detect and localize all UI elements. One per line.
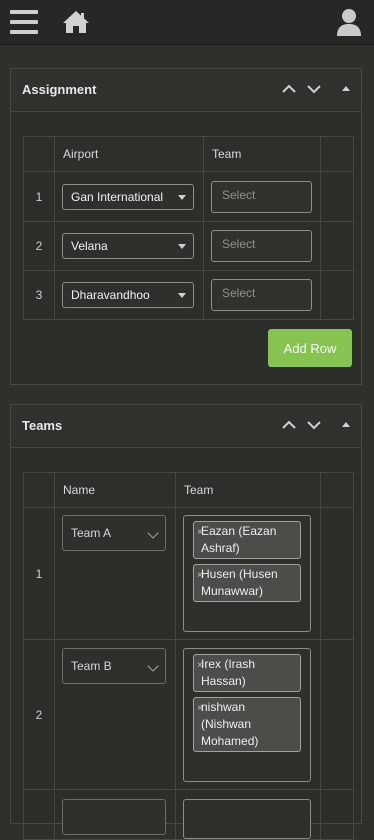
member-tag: × Irex (Irash Hassan) [193,654,301,692]
teams-header-row: Name Team [23,472,354,508]
team-select-input[interactable]: Select [211,279,312,311]
team-select-placeholder: Select [222,286,256,300]
table-row: 1 Gan International Select [23,171,354,222]
table-row [23,789,354,840]
table-row: 1 Team A × Eazan (Eazan Ashraf) × Husen … [23,507,354,640]
row-extra-cell [320,221,354,271]
teams-panel-title: Teams [22,418,63,433]
team-name-value: Team A [71,526,112,540]
hamburger-icon[interactable] [10,10,38,34]
member-tag-label: Irex (Irash Hassan) [201,657,256,688]
collapse-up-icon[interactable] [281,81,297,97]
add-row-button[interactable]: Add Row [268,329,352,367]
remove-tag-icon[interactable]: × [197,567,203,584]
remove-tag-icon[interactable]: × [197,524,203,541]
assignment-table: Airport Team 1 Gan International Select … [23,136,354,320]
row-extra-cell [320,270,354,320]
member-tag: × Eazan (Eazan Ashraf) [193,521,301,559]
table-row: 2 Velana Select [23,221,354,271]
name-column-header: Name [54,472,176,508]
airport-select[interactable]: Velana [62,233,194,259]
teams-table: Name Team 1 Team A × Eazan (Eazan Ashraf… [23,472,354,840]
team-select-placeholder: Select [222,237,256,251]
member-tag-label: Eazan (Eazan Ashraf) [201,524,277,555]
team-members-multiselect[interactable]: × Eazan (Eazan Ashraf) × Husen (Husen Mu… [183,515,311,632]
airport-select[interactable]: Dharavandhoo [62,282,194,308]
member-tag: × Husen (Husen Munawwar) [193,564,301,602]
team-members-multiselect[interactable] [183,799,311,839]
row-index: 1 [23,171,55,222]
home-icon[interactable] [62,10,90,34]
team-column-header: Team [175,472,321,508]
extra-column-header [320,472,354,508]
row-extra-cell [320,789,354,840]
chevron-down-icon [147,660,159,672]
team-name-value: Team B [71,659,112,673]
assignment-panel-header: Assignment [11,69,361,112]
member-tag-label: nishwan (Nishwan Mohamed) [201,700,259,748]
member-tag: × nishwan (Nishwan Mohamed) [193,697,301,752]
remove-tag-icon[interactable]: × [197,700,203,717]
table-row: 3 Dharavandhoo Select [23,270,354,320]
collapse-up-icon[interactable] [281,417,297,433]
index-header [23,136,55,172]
row-index: 1 [23,507,55,640]
remove-tag-icon[interactable]: × [197,657,203,674]
team-select-input[interactable]: Select [211,230,312,262]
airport-select-value: Gan International [71,189,164,204]
team-members-multiselect[interactable]: × Irex (Irash Hassan) × nishwan (Nishwan… [183,648,311,782]
assignment-header-row: Airport Team [23,136,354,172]
row-index [23,789,55,840]
caret-down-icon [178,244,186,249]
row-extra-cell [320,639,354,790]
assignment-panel-title: Assignment [22,82,97,97]
airport-select[interactable]: Gan International [62,183,194,210]
top-bar [0,0,374,45]
maximize-triangle-icon[interactable] [338,81,354,97]
caret-down-icon [178,194,186,200]
team-column-header: Team [203,136,321,172]
team-select-placeholder: Select [222,187,256,202]
member-tag-label: Husen (Husen Munawwar) [201,567,278,598]
table-row: 2 Team B × Irex (Irash Hassan) × nishwan… [23,639,354,790]
team-name-dropdown[interactable]: Team B [62,648,166,684]
airport-select-value: Velana [71,239,108,253]
chevron-down-icon [147,527,159,539]
airport-select-value: Dharavandhoo [71,288,150,302]
team-name-dropdown[interactable] [62,799,166,835]
teams-panel-header: Teams [11,405,361,448]
airport-column-header: Airport [54,136,204,172]
extra-column-header [320,136,354,172]
user-icon[interactable] [336,8,362,36]
teams-panel: Teams Name Team 1 Team A × Eazan (Eazan … [10,404,362,840]
row-extra-cell [320,507,354,640]
team-name-dropdown[interactable]: Team A [62,515,166,551]
row-index: 2 [23,221,55,271]
team-select-input[interactable]: Select [211,180,312,213]
row-index: 2 [23,639,55,790]
row-extra-cell [320,171,354,222]
expand-down-icon[interactable] [306,417,322,433]
row-index: 3 [23,270,55,320]
index-header [23,472,55,508]
expand-down-icon[interactable] [306,81,322,97]
maximize-triangle-icon[interactable] [338,417,354,433]
assignment-panel: Assignment Airport Team 1 Gan Internatio… [10,68,362,385]
caret-down-icon [178,293,186,298]
